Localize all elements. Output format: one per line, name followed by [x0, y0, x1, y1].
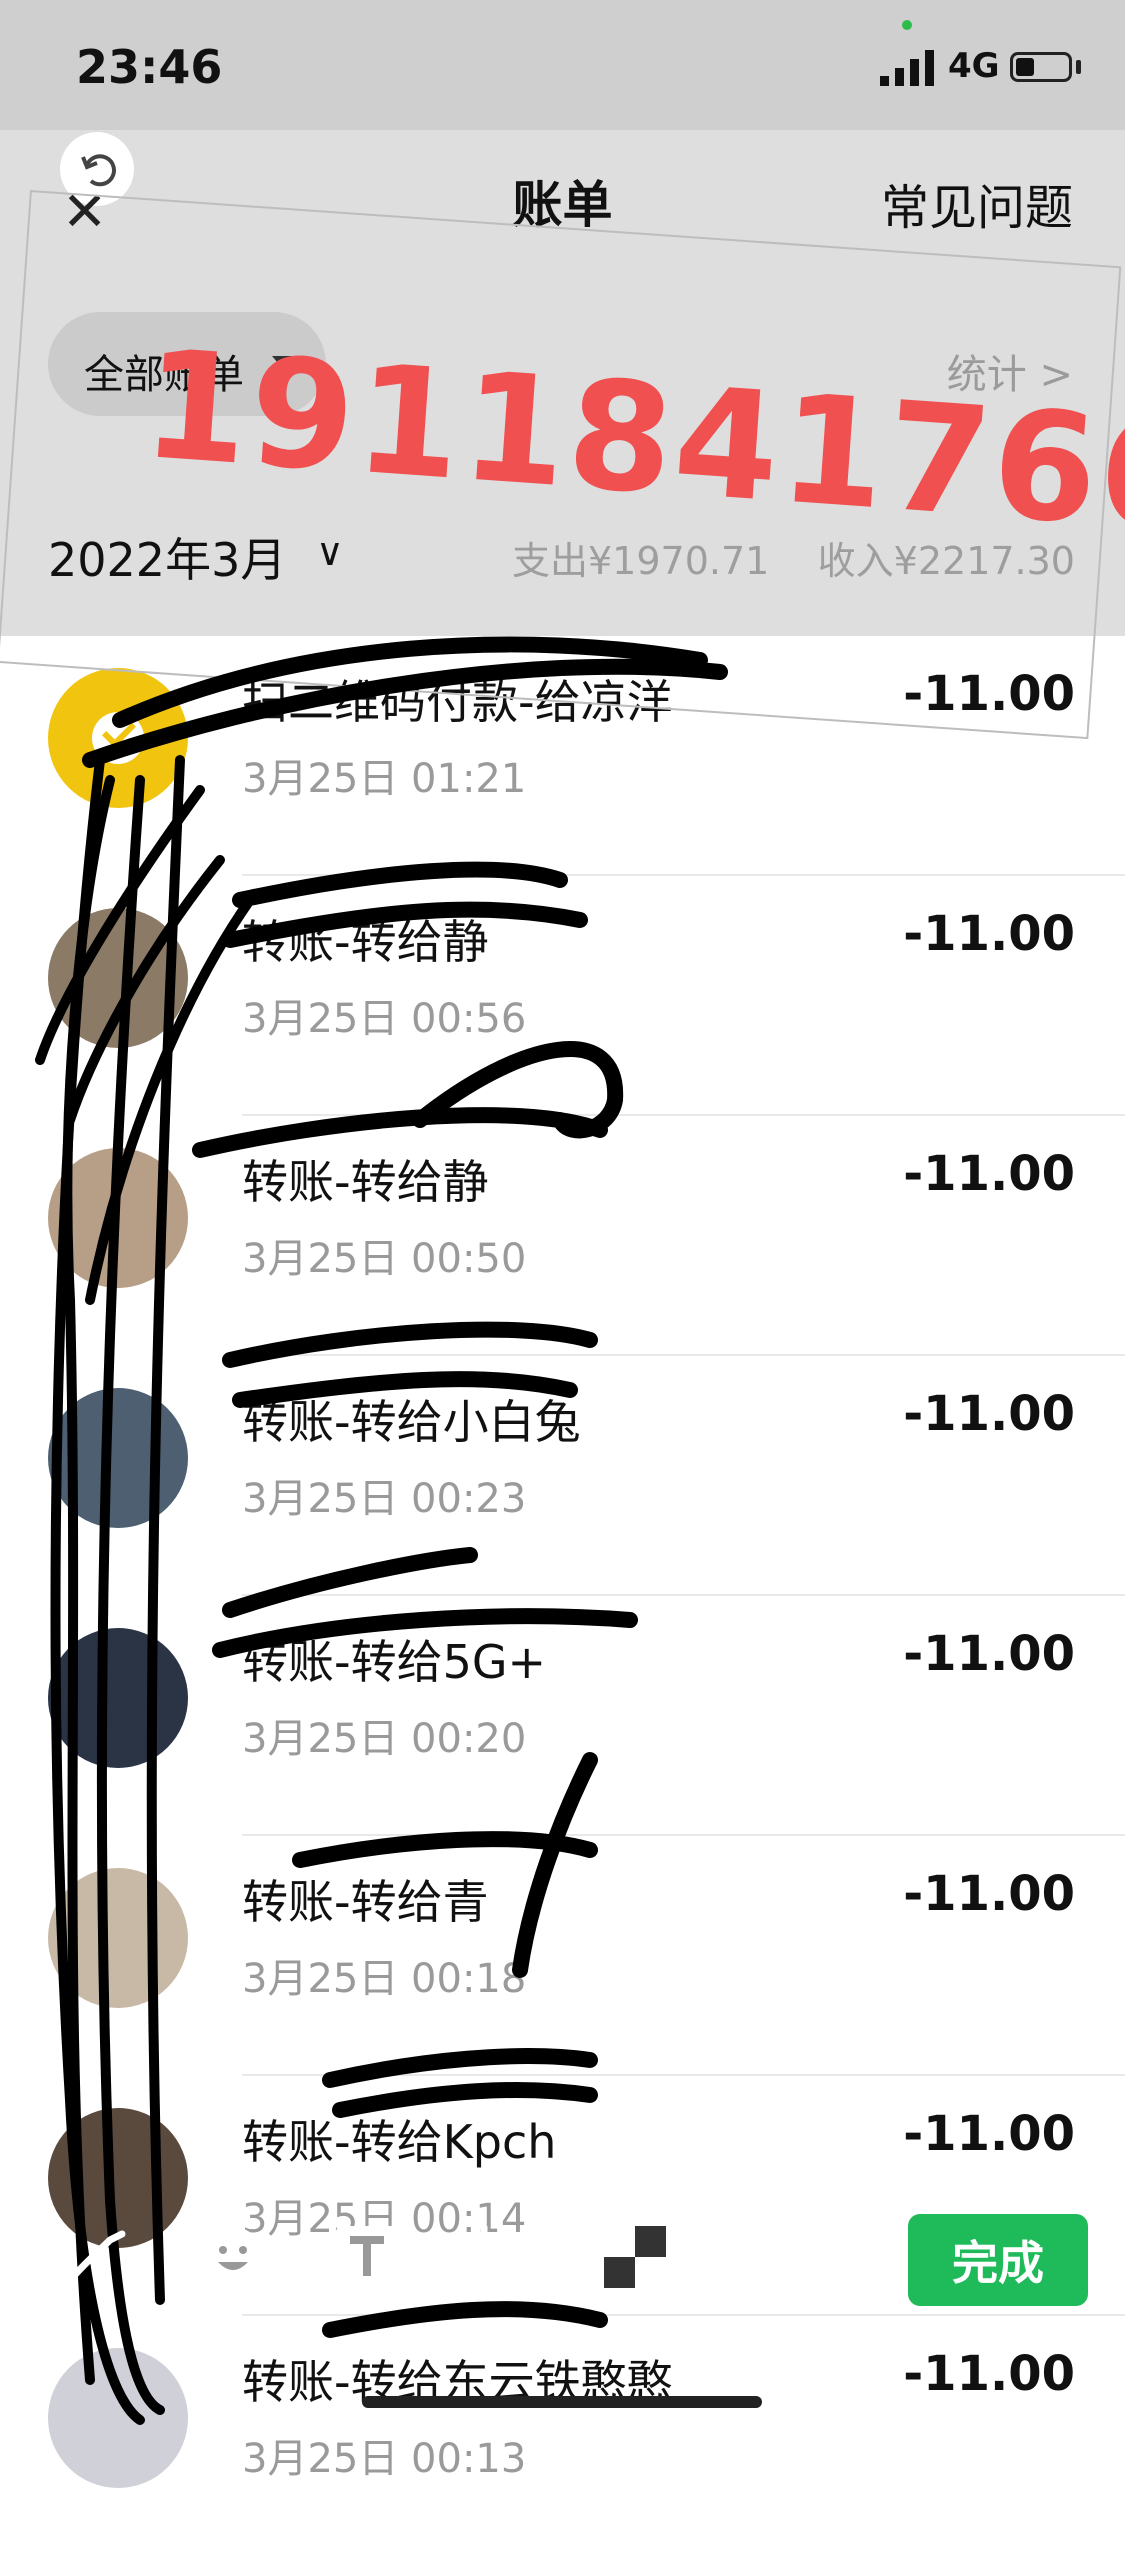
mosaic-icon[interactable]	[598, 2220, 672, 2294]
network-type: 4G	[948, 46, 1000, 86]
text-icon[interactable]	[330, 2220, 404, 2294]
transaction-date: 3月25日 00:23	[242, 1476, 527, 1522]
transaction-amount: -11.00	[903, 1146, 1075, 1202]
transaction-row[interactable]: 转账-转给青 3月25日 00:18 -11.00	[0, 1836, 1125, 2076]
transaction-amount: -11.00	[903, 906, 1075, 962]
avatar	[48, 2348, 188, 2488]
avatar	[48, 1628, 188, 1768]
transaction-row[interactable]: 转账-转给静 3月25日 00:56 -11.00	[0, 876, 1125, 1116]
home-indicator	[362, 2396, 762, 2408]
avatar	[48, 908, 188, 1048]
avatar	[48, 1148, 188, 1288]
transaction-title: 转账-转给小白兔	[242, 1395, 581, 1449]
transaction-date: 3月25日 00:18	[242, 1956, 527, 2002]
crop-icon[interactable]	[464, 2220, 538, 2294]
done-button[interactable]: 完成	[908, 2214, 1088, 2306]
battery-tip	[1076, 60, 1081, 74]
status-time: 23:46	[76, 40, 223, 94]
transaction-amount: -11.00	[903, 2106, 1075, 2162]
transaction-date: 3月25日 00:50	[242, 1236, 527, 1282]
transaction-amount: -11.00	[903, 1386, 1075, 1442]
avatar	[48, 1388, 188, 1528]
faq-link[interactable]: 常见问题	[881, 168, 1073, 238]
transaction-title: 转账-转给5G+	[242, 1635, 547, 1689]
signal-icon	[880, 50, 934, 86]
battery-icon	[1010, 52, 1072, 82]
pen-icon[interactable]	[62, 2220, 136, 2294]
transaction-row[interactable]: 转账-转给小白兔 3月25日 00:23 -11.00	[0, 1356, 1125, 1596]
transaction-date: 3月25日 01:21	[242, 756, 527, 802]
transaction-amount: -11.00	[903, 2346, 1075, 2402]
transaction-amount: -11.00	[903, 1626, 1075, 1682]
coin-bag-avatar	[48, 668, 188, 808]
transaction-row[interactable]: 转账-转给静 3月25日 00:50 -11.00	[0, 1116, 1125, 1356]
transaction-title: 转账-转给静	[242, 1155, 489, 1209]
emoji-icon[interactable]	[196, 2220, 270, 2294]
transaction-row[interactable]: 转账-转给东云铁憨憨 3月25日 00:13 -11.00	[0, 2316, 1125, 2556]
transaction-date: 3月25日 00:13	[242, 2436, 527, 2482]
privacy-indicator	[902, 20, 912, 30]
avatar	[48, 1868, 188, 2008]
transaction-title: 转账-转给静	[242, 915, 489, 969]
transaction-date: 3月25日 00:56	[242, 996, 527, 1042]
transaction-amount: -11.00	[903, 1866, 1075, 1922]
transaction-date: 3月25日 00:20	[242, 1716, 527, 1762]
transaction-title: 转账-转给青	[242, 1875, 489, 1929]
transaction-title: 转账-转给Kpch	[242, 2115, 557, 2169]
transaction-row[interactable]: 转账-转给5G+ 3月25日 00:20 -11.00	[0, 1596, 1125, 1836]
